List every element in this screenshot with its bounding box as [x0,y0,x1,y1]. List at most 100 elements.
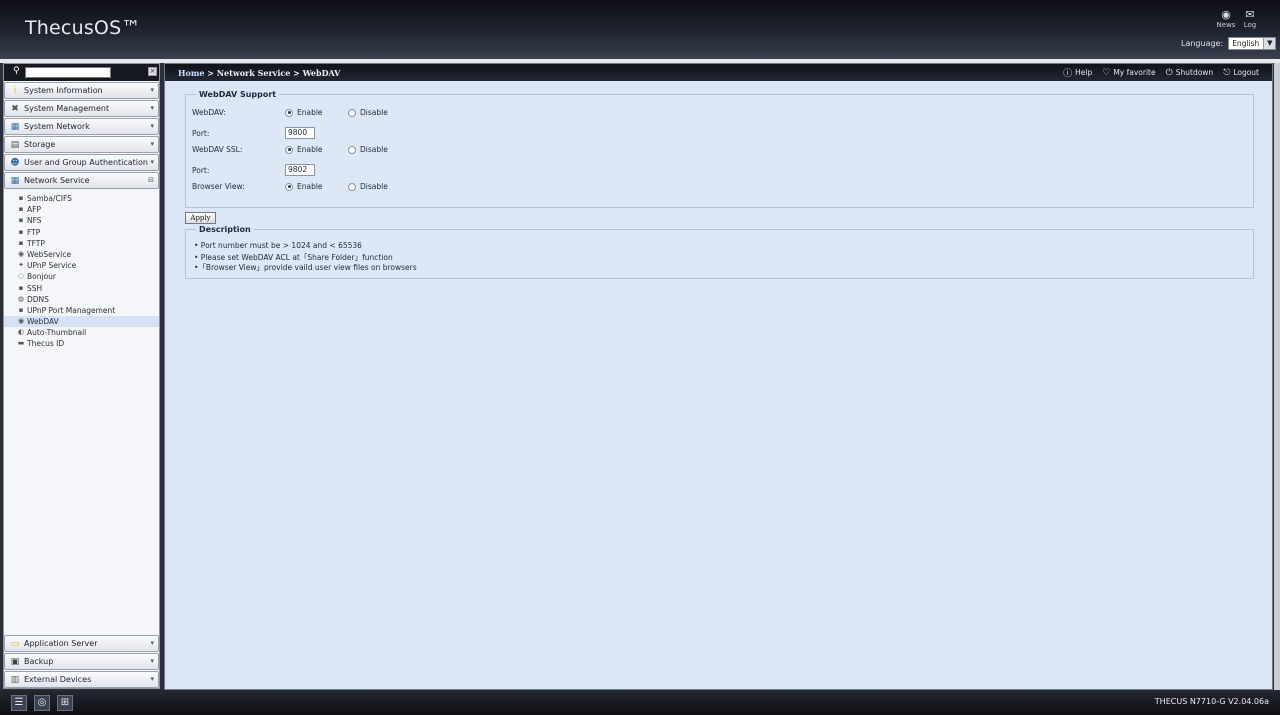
sidebar-category-label: External Devices [24,675,92,684]
browser-view-enable-radio[interactable]: Enable [285,182,348,191]
sidebar-item-samba-cifs[interactable]: ▪ Samba/CIFS [4,193,159,204]
expand-icon[interactable]: ▾ [150,86,154,94]
description-line: • Port number must be > 1024 and < 65536 [194,241,362,250]
sidebar-item-label: UPnP Port Management [27,305,116,315]
description-line: •「Browser View」provide vaild user view f… [194,263,417,272]
help-icon: ⓘ [1063,69,1073,79]
ssl-enable-radio[interactable]: Enable [285,145,348,154]
sidebar-category-backup[interactable]: ▣ Backup ▾ [4,653,159,670]
ssl-port-input[interactable]: 9802 [285,164,315,176]
network-service-icon: ▦ [10,175,20,186]
app-server-icon: ▭ [10,638,20,649]
sidebar-category-system-information[interactable]: i System Information ▾ [4,82,159,99]
service-icon: ▪ [18,216,24,225]
ssl-disable-radio[interactable]: Disable [348,145,388,154]
expand-icon[interactable]: ▾ [150,140,154,148]
expand-icon[interactable]: ▾ [150,657,154,665]
shutdown-button[interactable]: ⏻ Shutdown [1166,66,1214,79]
breadcrumb-path: > Network Service > WebDAV [204,67,341,78]
sidebar-category-storage[interactable]: ▤ Storage ▾ [4,136,159,153]
chevron-down-icon: ▼ [1263,38,1276,49]
sidebar-item-webdav[interactable]: ◉ WebDAV [4,316,159,328]
port-label: Port: [192,128,210,138]
service-icon: ◐ [17,328,25,337]
service-icon: ▬ [17,339,25,348]
sidebar-category-label: System Network [24,122,90,131]
log-button[interactable]: ✉ Log [1238,9,1262,30]
sidebar-item-tftp[interactable]: ▪ TFTP [4,238,159,249]
service-icon: ✦ [18,261,24,270]
sidebar-category-external-devices[interactable]: ▥ External Devices ▾ [4,671,159,688]
clear-search-icon[interactable]: × [148,67,157,76]
webdav-ssl-row: WebDAV SSL: Enable Disable [192,145,388,154]
network-map-icon: ⊞ [60,697,70,708]
service-icon: ▪ [18,227,24,236]
language-select[interactable]: English ▼ [1228,37,1277,50]
sidebar-item-bonjour[interactable]: ◌ Bonjour [4,271,159,282]
expand-icon[interactable]: ▾ [150,158,154,166]
taskbar-list-button[interactable]: ☰ [11,695,27,711]
my-favorite-button[interactable]: ♡ My favorite [1102,66,1155,79]
service-icon: ◍ [17,294,25,303]
taskbar-network-button[interactable]: ⊞ [57,695,73,711]
sidebar-item-label: Bonjour [27,272,56,282]
sidebar-item-nfs[interactable]: ▪ NFS [4,215,159,226]
breadcrumb-home[interactable]: Home [178,68,204,78]
sidebar-category-label: Backup [24,657,54,666]
sidebar-item-webservice[interactable]: ◉ WebService [4,249,159,260]
sidebar-item-thecus-id[interactable]: ▬ Thecus ID [4,338,159,349]
enable-label: Enable [297,108,323,117]
apply-button[interactable]: Apply [185,212,216,224]
sidebar-item-label: FTP [27,227,41,237]
service-icon: ▪ [18,205,24,214]
sidebar-category-system-management[interactable]: ✖ System Management ▾ [4,100,159,117]
expand-icon[interactable]: ▾ [150,104,154,112]
webdav-disable-radio[interactable]: Disable [348,108,388,117]
sidebar-category-label: Storage [24,140,56,149]
radio-selected-icon [285,182,293,191]
camera-icon: ◎ [37,697,47,708]
taskbar-camera-button[interactable]: ◎ [34,695,50,711]
sidebar-item-ddns[interactable]: ◍ DDNS [4,294,159,305]
log-label: Log [1243,21,1257,29]
users-icon: ☻ [10,157,20,168]
sidebar-item-upnp-port-management[interactable]: ▪ UPnP Port Management [4,305,159,316]
help-button[interactable]: ⓘ Help [1063,66,1092,79]
sidebar-category-system-network[interactable]: ▦ System Network ▾ [4,118,159,135]
language-value: English [1232,39,1260,48]
app-header: ThecusOS™ ◉ News ✉ Log Language: English… [0,0,1280,59]
sidebar-item-afp[interactable]: ▪ AFP [4,204,159,215]
disable-label: Disable [360,145,388,154]
webdav-port-input[interactable]: 9800 [285,127,315,139]
browser-view-row: Browser View: Enable Disable [192,182,388,191]
webdav-label: WebDAV: [192,108,226,117]
sidebar-item-ftp[interactable]: ▪ FTP [4,227,159,238]
service-icon: ◌ [17,272,25,281]
search-input[interactable] [25,67,111,78]
sidebar-category-network-service[interactable]: ▦ Network Service ⊟ [4,172,159,189]
expand-icon[interactable]: ▾ [150,639,154,647]
expand-icon[interactable]: ▾ [150,122,154,130]
sidebar-item-auto-thumbnail[interactable]: ◐ Auto-Thumbnail [4,327,159,338]
service-icon: ◉ [17,317,25,326]
thecus-logo: ThecusOS™ [25,17,141,39]
sidebar-item-ssh[interactable]: ▪ SSH [4,283,159,294]
logout-button[interactable]: ⎋ Logout [1223,66,1259,79]
external-devices-icon: ▥ [10,674,20,685]
ssl-port-row: Port: 9802 [192,164,315,176]
sidebar-category-user-and-group-authentication[interactable]: ☻ User and Group Authentication ▾ [4,154,159,171]
browser-view-disable-radio[interactable]: Disable [348,182,388,191]
sidebar-item-upnp-service[interactable]: ✦ UPnP Service [4,260,159,271]
expand-icon[interactable]: ▾ [150,675,154,683]
sidebar-category-application-server[interactable]: ▭ Application Server ▾ [4,635,159,652]
enable-label: Enable [297,182,323,191]
news-button[interactable]: ◉ News [1214,9,1238,30]
list-icon: ☰ [14,697,24,708]
sidebar-category-label: System Information [24,86,103,95]
collapse-icon[interactable]: ⊟ [148,176,154,184]
news-label: News [1216,21,1236,29]
webdav-enable-radio[interactable]: Enable [285,108,348,117]
page-scrollbar[interactable] [1274,63,1280,690]
webdav-support-fieldset: WebDAV Support WebDAV: Enable Disable Po… [185,90,1254,208]
sidebar-category-label: Network Service [24,176,90,185]
